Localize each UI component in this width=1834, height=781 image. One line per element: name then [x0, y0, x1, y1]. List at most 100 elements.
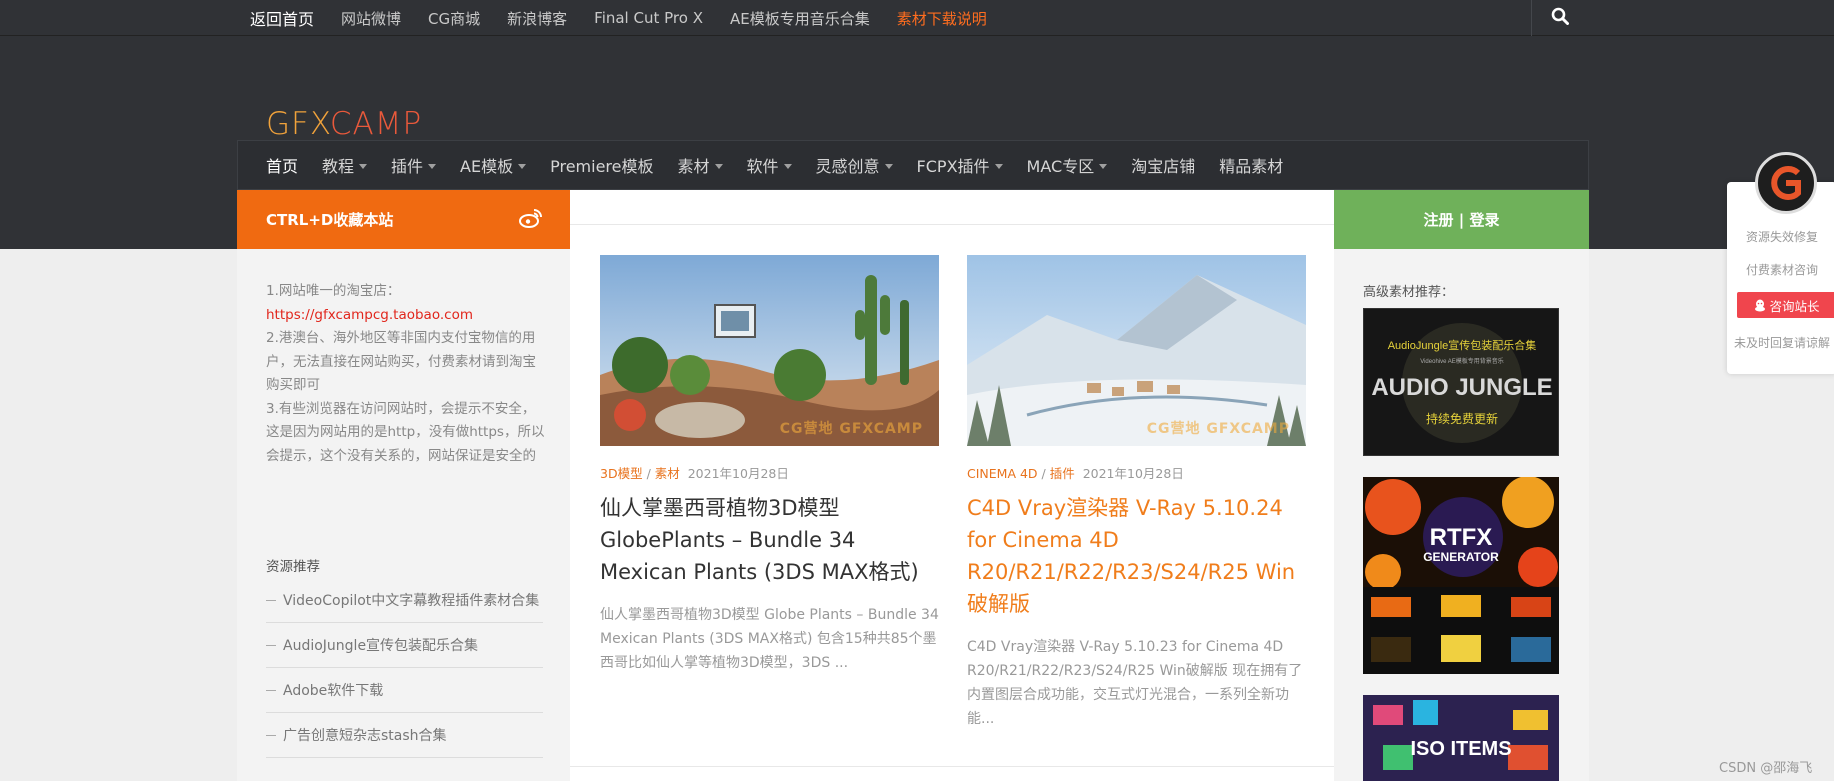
resource-item[interactable]: AudioJungle宣传包装配乐合集 — [266, 623, 543, 668]
ad-audiojungle[interactable]: AudioJungle宣传包装配乐合集 Videohive AE模板专用背景音乐… — [1363, 308, 1559, 456]
ad-rtfx[interactable]: RTFX GENERATOR — [1363, 477, 1559, 674]
widget-line-3: 未及时回复请谅解 — [1733, 336, 1830, 350]
post-thumbnail[interactable]: CG营地 GFXCAMP — [967, 255, 1306, 446]
post-card: CG营地 GFXCAMP 3D模型 / 素材 2021年10月28日 仙人掌墨西… — [600, 255, 939, 675]
iso-items-banner: ISO ITEMS — [1363, 695, 1559, 781]
search-button[interactable] — [1545, 2, 1575, 30]
top-link-download-guide[interactable]: 素材下载说明 — [897, 8, 987, 29]
post-title[interactable]: 仙人掌墨西哥植物3D模型 GlobePlants – Bundle 34 Mex… — [600, 492, 939, 588]
post-thumbnail[interactable]: CG营地 GFXCAMP — [600, 255, 939, 446]
resource-item[interactable]: Adobe软件下载 — [266, 668, 543, 713]
chevron-down-icon — [428, 163, 437, 169]
logo-gfx: GFX — [266, 106, 330, 142]
top-bar: 返回首页 网站微博 CG商城 新浪博客 Final Cut Pro X AE模板… — [0, 0, 1834, 36]
cg-logo-icon — [1771, 166, 1801, 200]
resource-list: VideoCopilot中文字幕教程插件素材合集 AudioJungle宣传包装… — [266, 578, 543, 758]
post-date: 2021年10月28日 — [687, 466, 789, 481]
post-excerpt: 仙人掌墨西哥植物3D模型 Globe Plants – Bundle 34 Me… — [600, 607, 939, 671]
dash-icon — [266, 734, 276, 736]
chevron-down-icon — [1099, 163, 1108, 169]
left-sidebar: CTRL+D收藏本站 1.网站唯一的淘宝店： https://gfxcampcg… — [237, 190, 570, 781]
top-link-ae-music[interactable]: AE模板专用音乐合集 — [730, 8, 870, 29]
post-meta: 3D模型 / 素材 2021年10月28日 — [600, 466, 789, 481]
resource-item[interactable]: VideoCopilot中文字幕教程插件素材合集 — [266, 578, 543, 623]
top-link-cg-mall[interactable]: CG商城 — [428, 8, 480, 29]
nav-premiere[interactable]: Premiere模板 — [550, 153, 653, 177]
image-watermark: CG营地 GFXCAMP — [779, 421, 923, 437]
search-icon — [1551, 7, 1569, 25]
weibo-icon[interactable] — [519, 208, 543, 228]
dash-icon — [266, 689, 276, 691]
ad1-top: AudioJungle宣传包装配乐合集 — [1388, 338, 1537, 352]
right-sidebar: 注册 | 登录 高级素材推荐： AudioJungle宣传包装配乐合集 Vide… — [1334, 190, 1589, 781]
ad-iso-items[interactable]: ISO ITEMS — [1363, 695, 1559, 781]
nav-taobao[interactable]: 淘宝店铺 — [1131, 153, 1195, 177]
nav-plugins[interactable]: 插件 — [391, 153, 437, 177]
site-logo[interactable]: GFXCAMP — [266, 106, 423, 142]
logo-camp: CAMP — [329, 106, 423, 142]
chevron-down-icon — [884, 163, 893, 169]
resource-item[interactable]: 广告创意短杂志stash合集 — [266, 713, 543, 758]
audiojungle-banner: AudioJungle宣传包装配乐合集 Videohive AE模板专用背景音乐… — [1364, 309, 1558, 455]
category-link[interactable]: CINEMA 4D — [967, 466, 1038, 481]
recommend-heading: 高级素材推荐： — [1363, 285, 1455, 300]
notice-line-1: 1.网站唯一的淘宝店： — [266, 283, 401, 299]
top-link-fcpx[interactable]: Final Cut Pro X — [594, 9, 703, 27]
login-register-button[interactable]: 注册 | 登录 — [1334, 190, 1589, 249]
post-excerpt: C4D Vray渲染器 V-Ray 5.10.23 for Cinema 4D … — [967, 639, 1303, 727]
nav-fcpx[interactable]: FCPX插件 — [917, 153, 1003, 177]
search-divider — [1531, 0, 1532, 36]
nav-mac[interactable]: MAC专区 — [1027, 153, 1108, 177]
post-date: 2021年10月28日 — [1082, 466, 1184, 481]
nav-inspiration[interactable]: 灵感创意 — [816, 153, 893, 177]
notice-line-2: 2.港澳台、海外地区等非国内支付宝物信的用户，无法直接在网站购买，付费素材请到淘… — [266, 330, 536, 393]
chevron-down-icon — [518, 163, 527, 169]
nav-materials[interactable]: 素材 — [678, 153, 723, 177]
qq-icon — [1755, 299, 1766, 311]
dash-icon — [266, 599, 276, 601]
resource-heading: 资源推荐 — [266, 559, 320, 575]
main-content: CG营地 GFXCAMP 3D模型 / 素材 2021年10月28日 仙人掌墨西… — [570, 190, 1334, 781]
site-notice: 1.网站唯一的淘宝店： https://gfxcampcg.taobao.com… — [266, 280, 546, 468]
image-watermark: CG营地 GFXCAMP — [1146, 421, 1290, 437]
category-link[interactable]: 素材 — [655, 466, 680, 481]
top-link-sina-blog[interactable]: 新浪博客 — [507, 8, 567, 29]
post-title[interactable]: C4D Vray渲染器 V-Ray 5.10.24 for Cinema 4D … — [967, 492, 1306, 620]
ad3-big: ISO ITEMS — [1410, 738, 1511, 760]
contact-admin-button[interactable]: 咨询站长 — [1737, 292, 1834, 318]
ad1-bottom: 持续免费更新 — [1426, 411, 1498, 426]
top-links: 返回首页 网站微博 CG商城 新浪博客 Final Cut Pro X AE模板… — [250, 0, 987, 36]
chevron-down-icon — [783, 163, 792, 169]
ad2-big: RTFX — [1430, 524, 1493, 551]
divider — [570, 224, 1334, 225]
rtfx-banner: RTFX GENERATOR — [1363, 477, 1559, 674]
top-link-home[interactable]: 返回首页 — [250, 6, 314, 30]
bookmark-bar[interactable]: CTRL+D收藏本站 — [237, 190, 570, 249]
top-link-weibo[interactable]: 网站微博 — [341, 8, 401, 29]
admin-avatar[interactable] — [1755, 152, 1817, 214]
nav-software[interactable]: 软件 — [747, 153, 792, 177]
main-nav: 首页 教程 插件 AE模板 Premiere模板 素材 软件 灵感创意 FCPX… — [237, 140, 1589, 190]
nav-premium[interactable]: 精品素材 — [1219, 153, 1283, 177]
dash-icon — [266, 644, 276, 646]
category-link[interactable]: 插件 — [1050, 466, 1075, 481]
post-card: CG营地 GFXCAMP CINEMA 4D / 插件 2021年10月28日 … — [967, 255, 1306, 731]
csdn-watermark: CSDN @邵海飞 — [1719, 761, 1813, 776]
bookmark-label: CTRL+D收藏本站 — [266, 211, 394, 229]
ad2-sub: GENERATOR — [1423, 550, 1499, 564]
ad1-sub: Videohive AE模板专用背景音乐 — [1420, 357, 1504, 365]
notice-line-3: 3.有些浏览器在访问网站时，会提示不安全，这是因为网站用的是http，没有做ht… — [266, 400, 545, 464]
taobao-link[interactable]: https://gfxcampcg.taobao.com — [266, 304, 546, 328]
widget-line-2: 付费素材咨询 — [1745, 263, 1818, 277]
divider — [570, 766, 1334, 767]
chevron-down-icon — [994, 163, 1003, 169]
ad1-big: AUDIO JUNGLE — [1371, 374, 1552, 401]
nav-tutorials[interactable]: 教程 — [322, 153, 368, 177]
nav-home[interactable]: 首页 — [266, 153, 298, 177]
chevron-down-icon — [359, 163, 368, 169]
nav-ae-templates[interactable]: AE模板 — [460, 153, 527, 177]
chevron-down-icon — [714, 163, 723, 169]
category-link[interactable]: 3D模型 — [600, 466, 643, 481]
post-meta: CINEMA 4D / 插件 2021年10月28日 — [967, 466, 1184, 481]
widget-line-1: 资源失效修复 — [1745, 230, 1818, 244]
